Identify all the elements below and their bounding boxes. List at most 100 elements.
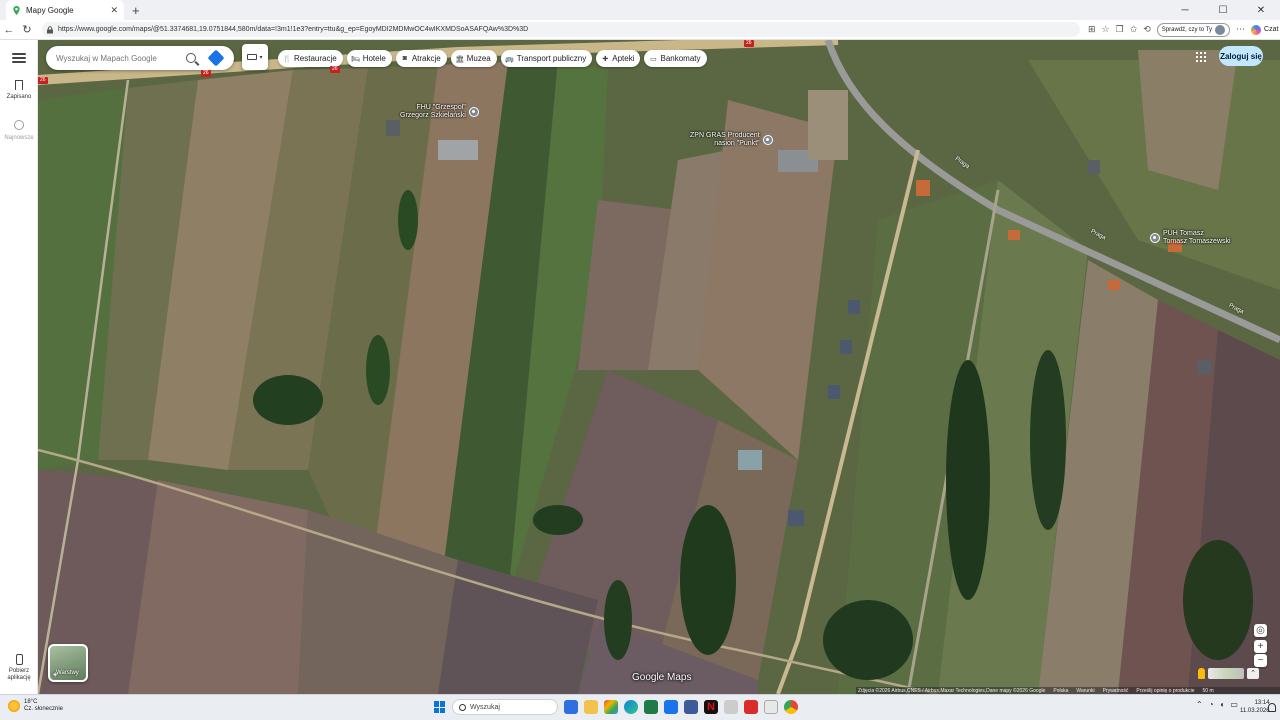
back-icon[interactable]: ←	[0, 24, 18, 36]
zoom-out-button[interactable]: −	[1254, 654, 1267, 667]
place-pin-icon	[468, 107, 479, 117]
more-options-icon[interactable]: ⋯	[1236, 24, 1245, 35]
recent-button[interactable]: Najnowsze	[0, 120, 38, 142]
google-apps-icon[interactable]	[1196, 52, 1206, 62]
input-tools-button[interactable]: ▾	[242, 44, 268, 70]
close-window-icon[interactable]: ✕	[1242, 0, 1280, 20]
get-app-button[interactable]: Pobierz aplikację	[0, 654, 38, 682]
favorites-icon[interactable]: ✩	[1130, 24, 1138, 35]
weather-widget[interactable]: 18°C Cz. słonecznie	[8, 699, 63, 713]
fork-knife-icon: 🍴	[282, 55, 292, 63]
chip-label: Transport publiczny	[516, 54, 587, 63]
photos-icon[interactable]	[604, 700, 618, 714]
copilot-icon	[1251, 24, 1262, 35]
maps-side-rail: Zapisano Najnowsze Pobierz aplikację	[0, 40, 38, 694]
notifications-icon[interactable]	[1268, 703, 1276, 712]
copilot-button[interactable]: Czat	[1251, 24, 1279, 35]
place-name: PUH Tomasz	[1163, 230, 1204, 237]
url-field[interactable]: https://www.google.com/maps/@51.3374681,…	[42, 22, 1080, 37]
place-marker[interactable]: ZPN GRAS Producent nasion "Punkt"	[690, 132, 773, 148]
chip-label: Atrakcje	[411, 54, 441, 63]
satellite-map[interactable]: ▾ 🍴Restauracje 🛏Hotele ◙ Atrakcje 🏛Muzea …	[38, 40, 1280, 694]
bookmark-star-icon[interactable]: ☆	[1102, 24, 1110, 35]
chrome-icon[interactable]	[784, 700, 798, 714]
expand-icon[interactable]: ⌃	[1247, 668, 1259, 679]
tab-close-icon[interactable]: ✕	[110, 5, 118, 16]
copilot-label: Czat	[1264, 26, 1279, 33]
battery-icon[interactable]: ▭	[1230, 700, 1238, 709]
chip-hotels[interactable]: 🛏 Hotele	[346, 50, 392, 67]
minimize-icon[interactable]: ─	[1166, 0, 1204, 20]
category-chips: 🍴 Restauracje 🛏 Hotele ◙ Atrakcje 🏛 Muzea 🚌 T…	[278, 50, 707, 67]
imagery-thumbnails[interactable]	[1208, 668, 1244, 679]
mail-icon[interactable]	[684, 700, 698, 714]
recent-label: Najnowsze	[4, 135, 34, 141]
search-icon[interactable]	[186, 53, 196, 63]
file-explorer-icon[interactable]	[584, 700, 598, 714]
reload-icon[interactable]: ↻	[18, 23, 36, 36]
excel-icon[interactable]	[644, 700, 658, 714]
weather-desc: Cz. słonecznie	[24, 706, 64, 712]
history-icon	[14, 120, 24, 130]
my-location-button[interactable]: ◎	[1254, 624, 1267, 637]
volume-icon[interactable]: ◖	[1220, 700, 1225, 709]
browser-tab[interactable]: Mapy Google ✕	[6, 0, 124, 20]
layers-button[interactable]: ◈ Warstwy	[48, 644, 88, 682]
app-icon[interactable]	[724, 700, 738, 714]
place-marker[interactable]: FHU "Grzespol" Grzegorz Szkielański	[400, 104, 479, 120]
edge-icon[interactable]	[624, 700, 638, 714]
chip-museums[interactable]: 🏛 Muzea	[450, 50, 497, 67]
place-name: ZPN GRAS Producent	[690, 132, 760, 139]
google-maps-logo: Google Maps	[632, 672, 692, 683]
route-shield: 26	[744, 40, 754, 47]
chip-pharmacies[interactable]: ✚ Apteki	[596, 50, 641, 67]
saved-label: Zapisano	[6, 94, 32, 100]
new-tab-icon[interactable]: +	[132, 3, 140, 18]
directions-icon[interactable]	[207, 49, 225, 67]
address-bar: ← ↻ https://www.google.com/maps/@51.3374…	[0, 20, 1280, 40]
chip-transit[interactable]: 🚌 Transport publiczny	[500, 50, 593, 67]
task-view-icon[interactable]	[564, 700, 578, 714]
pegman-icon[interactable]	[1198, 668, 1205, 679]
my-location-icon: ◎	[1256, 625, 1265, 636]
clock[interactable]: 13:14 11.03.2026	[1240, 699, 1270, 715]
store-icon[interactable]	[764, 700, 778, 714]
zoom-in-button[interactable]: +	[1254, 640, 1267, 653]
office-icon[interactable]	[744, 700, 758, 714]
messenger-icon[interactable]	[664, 700, 678, 714]
phone-icon	[15, 654, 23, 665]
maps-favicon-icon	[13, 5, 20, 15]
plus-icon: +	[1257, 641, 1264, 652]
minus-icon: −	[1257, 655, 1264, 666]
chip-restaurants[interactable]: 🍴 Restauracje	[278, 50, 343, 67]
system-tray: ⌃ ◔ ◖ ▭	[1196, 700, 1238, 709]
start-icon[interactable]	[434, 701, 446, 713]
bus-icon: 🚌	[505, 55, 515, 63]
netflix-icon[interactable]: N	[704, 700, 718, 714]
camera-icon: ◙	[402, 55, 407, 62]
chip-attractions[interactable]: ◙ Atrakcje	[395, 50, 447, 67]
place-name: Grzegorz Szkielański	[400, 112, 466, 119]
wifi-icon[interactable]: ◔	[1209, 700, 1214, 709]
bookmark-icon	[15, 80, 23, 90]
taskbar-search[interactable]: Wyszukaj	[452, 699, 558, 715]
sign-in-button[interactable]: Zaloguj się	[1219, 46, 1263, 66]
route-shield: 26	[201, 70, 211, 77]
chip-atms[interactable]: ▭ Bankomaty	[644, 50, 707, 67]
search-input[interactable]	[56, 53, 182, 63]
profile-check-button[interactable]: Sprawdź, czy to Ty	[1156, 22, 1231, 37]
street-view-controls: ⌃	[1198, 668, 1259, 679]
place-marker[interactable]: PUH Tomasz Tomasz Tomaszewski	[1150, 230, 1231, 246]
site-info-icon[interactable]	[46, 25, 54, 34]
search-box[interactable]	[46, 46, 234, 70]
partly-sunny-icon	[8, 700, 20, 712]
collections-icon[interactable]: ❐	[1116, 24, 1124, 35]
history-icon[interactable]: ⟲	[1143, 24, 1151, 35]
install-app-icon[interactable]: ⊞	[1088, 24, 1096, 35]
tray-overflow-icon[interactable]: ⌃	[1196, 700, 1203, 709]
menu-icon[interactable]	[12, 53, 26, 63]
saved-button[interactable]: Zapisano	[0, 80, 38, 100]
bed-icon: 🛏	[351, 55, 361, 63]
dropdown-icon: ▾	[259, 54, 263, 61]
maximize-icon[interactable]: ☐	[1204, 0, 1242, 20]
